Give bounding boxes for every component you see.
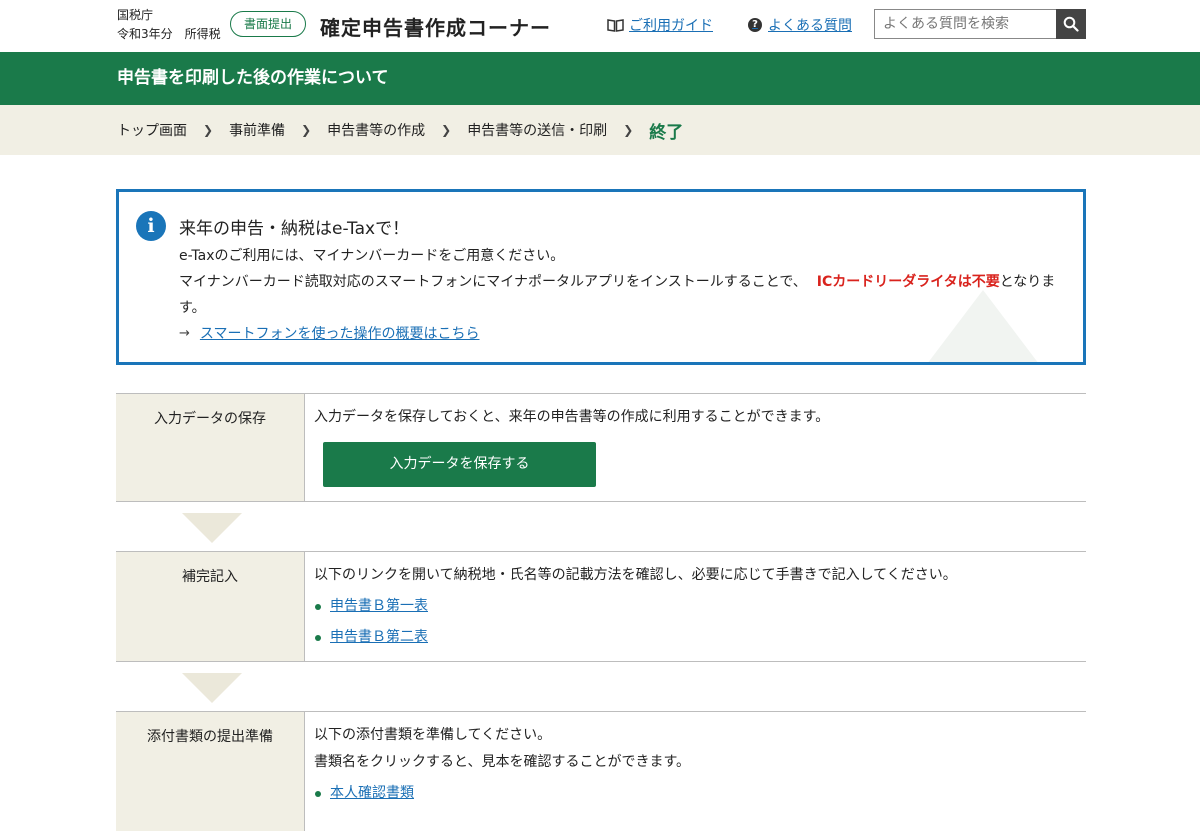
breadcrumb: トップ画面 ❯ 事前準備 ❯ 申告書等の作成 ❯ 申告書等の送信・印刷 ❯ 終了 (0, 105, 1200, 155)
chevron-right-icon: ❯ (301, 123, 312, 137)
step-arrow (116, 662, 1086, 711)
step-arrow (116, 502, 1086, 551)
notice-line-3: す。 (179, 300, 206, 316)
supplement-description: 以下のリンクを開いて納税地・氏名等の記載方法を確認し、必要に応じて手書きで記入し… (314, 567, 957, 583)
breadcrumb-item-top: トップ画面 (117, 123, 187, 139)
arrow-right-icon: → (179, 326, 190, 341)
faq-link-label: よくある質問 (768, 18, 852, 34)
breadcrumb-item-preparation: 事前準備 (229, 123, 286, 139)
attachments-description-1: 以下の添付書類を準備してください。 (314, 727, 552, 743)
breadcrumb-current: 終了 (649, 122, 684, 143)
bullet-icon (315, 790, 321, 797)
step-label-attachments: 添付書類の提出準備 (116, 712, 305, 831)
notice-line-2: マイナンバーカード読取対応のスマートフォンにマイナポータルアプリをインストールす… (179, 269, 1069, 295)
app-title: 確定申告書作成コーナー (320, 16, 551, 40)
mode-badge[interactable]: 書面提出 (230, 11, 307, 37)
chevron-right-icon: ❯ (203, 123, 214, 137)
faq-link[interactable]: ? よくある質問 (748, 15, 852, 35)
step-body-attachments: 以下の添付書類を準備してください。 書類名をクリックすると、見本を確認することが… (305, 712, 1086, 831)
faq-search (874, 9, 1086, 39)
save-description: 入力データを保存しておくと、来年の申告書等の作成に利用することができます。 (314, 409, 830, 425)
step-label-save: 入力データの保存 (116, 394, 305, 501)
search-icon (1063, 16, 1079, 32)
notice-line-2-text: マイナンバーカード読取対応のスマートフォンにマイナポータルアプリをインストールす… (179, 274, 807, 290)
list-item: 本人確認書類 (314, 783, 1086, 804)
question-icon: ? (748, 18, 762, 32)
notice-line-1: e-Taxのご利用には、マイナンバーカードをご用意ください。 (179, 248, 565, 264)
tax-year: 令和3年分 (117, 27, 173, 41)
bullet-icon (315, 634, 321, 641)
guide-link[interactable]: ご利用ガイド (607, 15, 713, 35)
step-supplement: 補完記入 以下のリンクを開いて納税地・氏名等の記載方法を確認し、必要に応じて手書… (116, 551, 1086, 662)
tax-year-info: 令和3年分 所得税 (117, 25, 221, 44)
notice-body: e-Taxのご利用には、マイナンバーカードをご用意ください。 マイナンバーカード… (179, 243, 1069, 347)
chevron-right-icon: ❯ (441, 123, 452, 137)
notice-title: 来年の申告・納税はe-Taxで！ (179, 219, 410, 239)
page-title: 申告書を印刷した後の作業について (0, 52, 1200, 105)
search-button[interactable] (1056, 9, 1086, 39)
save-data-button[interactable]: 入力データを保存する (323, 442, 596, 487)
faq-search-input[interactable] (874, 9, 1056, 39)
step-label-supplement: 補完記入 (116, 552, 305, 661)
site-header: 国税庁 令和3年分 所得税 書面提出 確定申告書作成コーナー ご利用ガイド ? よ… (0, 0, 1200, 52)
bullet-icon (315, 603, 321, 610)
list-item: 申告書Ｂ第二表 (314, 627, 1086, 648)
notice-line-2-end: となりま (999, 274, 1056, 290)
step-body-save: 入力データを保存しておくと、来年の申告書等の作成に利用することができます。 入力… (305, 394, 1086, 501)
guide-link-label: ご利用ガイド (629, 18, 713, 34)
breadcrumb-item-send-print: 申告書等の送信・印刷 (467, 123, 608, 139)
notice-highlight: ICカードリーダライタは不要 (816, 274, 1000, 290)
form-b-table-2-link[interactable]: 申告書Ｂ第二表 (330, 627, 428, 648)
form-b-table-1-link[interactable]: 申告書Ｂ第一表 (330, 596, 428, 617)
etax-notice: i 来年の申告・納税はe-Taxで！ e-Taxのご利用には、マイナンバーカード… (116, 189, 1086, 365)
info-icon: i (136, 211, 166, 241)
agency-name: 国税庁 (117, 8, 154, 22)
attachments-description-2: 書類名をクリックすると、見本を確認することができます。 (314, 754, 691, 770)
step-body-supplement: 以下のリンクを開いて納税地・氏名等の記載方法を確認し、必要に応じて手書きで記入し… (305, 552, 1086, 661)
book-icon (607, 19, 624, 32)
smartphone-guide-row: → スマートフォンを使った操作の概要はこちら (179, 321, 1069, 347)
chevron-right-icon: ❯ (623, 123, 634, 137)
step-save-data: 入力データの保存 入力データを保存しておくと、来年の申告書等の作成に利用すること… (116, 393, 1086, 502)
post-print-steps: 入力データの保存 入力データを保存しておくと、来年の申告書等の作成に利用すること… (116, 393, 1086, 831)
agency-info: 国税庁 令和3年分 所得税 (117, 6, 221, 44)
tax-type: 所得税 (184, 27, 221, 41)
id-document-link[interactable]: 本人確認書類 (330, 783, 414, 804)
step-attachments: 添付書類の提出準備 以下の添付書類を準備してください。 書類名をクリックすると、… (116, 711, 1086, 831)
smartphone-guide-link[interactable]: スマートフォンを使った操作の概要はこちら (200, 321, 480, 347)
breadcrumb-item-create: 申告書等の作成 (327, 123, 426, 139)
list-item: 申告書Ｂ第一表 (314, 596, 1086, 617)
arrow-down-icon (182, 673, 242, 703)
arrow-down-icon (182, 513, 242, 543)
